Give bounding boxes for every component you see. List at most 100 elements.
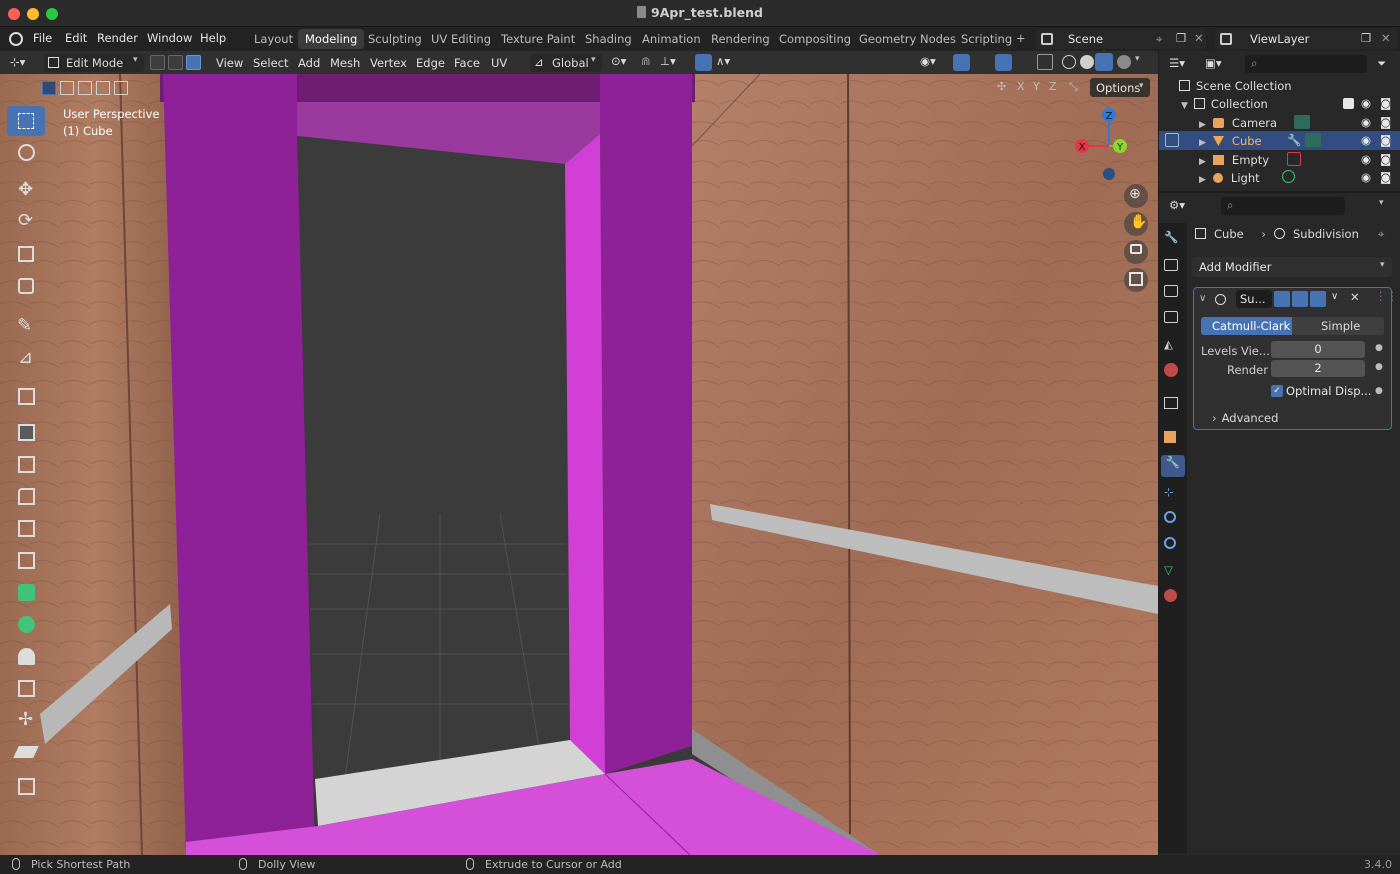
blender-logo-icon[interactable]	[9, 32, 23, 46]
tab-sculpting[interactable]: Sculpting	[361, 29, 429, 49]
transform-tool[interactable]	[7, 272, 45, 302]
solid-shading-icon[interactable]	[1080, 55, 1094, 69]
view-layer-selector[interactable]: ViewLayer ❐ ✕	[1215, 29, 1398, 49]
outliner-item-light[interactable]: ▶ Light ◉ ◙	[1199, 170, 1396, 185]
world-tab-icon[interactable]	[1164, 363, 1178, 377]
3d-viewport[interactable]: User Perspective (1) Cube ✣ X Y Z ⤡ Opti…	[0, 74, 1158, 855]
tab-uv-editing[interactable]: UV Editing	[424, 29, 498, 49]
mesh-data-icon[interactable]	[1305, 133, 1321, 147]
camera-data-icon[interactable]	[1294, 115, 1310, 129]
poly-build-tool[interactable]	[7, 578, 45, 608]
chevron-down-icon[interactable]: ▾	[1135, 54, 1140, 64]
levels-viewport-field[interactable]: 0	[1271, 341, 1365, 358]
edge-select-icon[interactable]	[168, 55, 183, 70]
chevron-down-icon[interactable]: ▾	[1379, 198, 1384, 208]
scale-tool[interactable]	[7, 240, 45, 270]
tab-compositing[interactable]: Compositing	[772, 29, 858, 49]
menu-mesh[interactable]: Mesh	[330, 54, 360, 72]
vertex-select-icon[interactable]	[150, 55, 165, 70]
view-layer-tab-icon[interactable]	[1164, 311, 1178, 323]
eye-icon[interactable]: ◉	[1361, 115, 1371, 129]
camera-render-icon[interactable]: ◙	[1380, 152, 1391, 166]
outliner-scene-collection[interactable]: Scene Collection	[1179, 79, 1292, 93]
loop-cut-tool[interactable]	[7, 514, 45, 544]
inset-tool[interactable]	[7, 450, 45, 480]
select-extend-icon[interactable]	[60, 81, 74, 95]
physics-tab-icon[interactable]	[1164, 511, 1176, 523]
add-modifier-dropdown[interactable]: Add Modifier ▾	[1192, 257, 1392, 277]
shear-tool[interactable]	[7, 738, 45, 768]
measure-tool[interactable]: ⊿	[7, 344, 45, 374]
tab-rendering[interactable]: Rendering	[704, 29, 777, 49]
menu-window[interactable]: Window	[147, 31, 192, 45]
new-view-layer-icon[interactable]: ❐	[1361, 31, 1371, 45]
empty-data-icon[interactable]	[1287, 152, 1301, 166]
extrude-tool[interactable]	[7, 418, 45, 448]
scene-tab-icon[interactable]: ◭	[1164, 337, 1182, 355]
menu-render[interactable]: Render	[97, 31, 138, 45]
render-tab-icon[interactable]	[1164, 259, 1178, 271]
camera-render-icon[interactable]: ◙	[1380, 115, 1391, 129]
tab-layout[interactable]: Layout	[247, 29, 300, 49]
outliner-item-camera[interactable]: ▶ Camera ◉ ◙	[1199, 115, 1396, 130]
snap-target-icon[interactable]: ⊥▾	[660, 54, 676, 68]
zoom-view-button[interactable]: ⊕	[1124, 184, 1148, 208]
gizmo-toggle-icon[interactable]	[953, 54, 970, 71]
material-shading-icon[interactable]	[1095, 53, 1113, 71]
mode-selector[interactable]: Edit Mode ▾	[44, 54, 144, 72]
falloff-icon[interactable]: ∧▾	[716, 54, 730, 68]
outliner-item-empty[interactable]: ▶ Empty ◉ ◙	[1199, 152, 1396, 167]
mirror-y-toggle[interactable]: Y	[1033, 80, 1040, 93]
menu-face[interactable]: Face	[454, 54, 480, 72]
menu-help[interactable]: Help	[200, 31, 226, 45]
move-tool[interactable]: ✥	[7, 176, 45, 206]
eye-icon[interactable]: ◉	[1361, 133, 1371, 147]
navigation-gizmo[interactable]: Z X Y	[1075, 106, 1145, 186]
outliner-search[interactable]: ⌕	[1245, 55, 1367, 73]
output-tab-icon[interactable]	[1164, 285, 1178, 297]
expand-icon[interactable]: ▶	[1199, 157, 1206, 167]
snapping-icon[interactable]: ✣	[997, 80, 1006, 93]
smooth-tool[interactable]	[7, 642, 45, 672]
tab-texture-paint[interactable]: Texture Paint	[494, 29, 582, 49]
tab-scripting[interactable]: Scripting	[954, 29, 1019, 49]
menu-uv[interactable]: UV	[491, 54, 507, 72]
tab-simple[interactable]: Simple	[1292, 317, 1384, 335]
add-workspace-icon[interactable]: +	[1016, 31, 1026, 45]
delete-view-layer-icon[interactable]: ✕	[1381, 31, 1391, 45]
menu-select[interactable]: Select	[253, 54, 288, 72]
outliner-editor-icon[interactable]: ☰▾	[1169, 56, 1185, 70]
scene-selector[interactable]: Scene ⌖ ❐ ✕	[1036, 29, 1206, 49]
render-toggle-icon[interactable]	[1310, 291, 1326, 307]
keyframe-dot-icon[interactable]: ●	[1375, 386, 1383, 396]
camera-render-icon[interactable]: ◙	[1380, 133, 1391, 147]
expand-icon[interactable]: ▶	[1199, 138, 1206, 148]
uv-toggle-icon[interactable]: ⤡	[1069, 80, 1078, 94]
eye-icon[interactable]: ◉	[1361, 152, 1371, 166]
edit-mode-toggle-icon[interactable]	[1274, 291, 1290, 307]
overlays-toggle-icon[interactable]	[995, 54, 1012, 71]
eye-icon[interactable]: ◉	[1361, 170, 1371, 184]
wireframe-shading-icon[interactable]	[1062, 55, 1076, 69]
properties-search[interactable]: ⌕	[1221, 197, 1345, 215]
bevel-tool[interactable]	[7, 482, 45, 512]
editor-type-icon[interactable]: ⊹▾	[10, 55, 34, 70]
collection-checkbox[interactable]	[1343, 98, 1354, 109]
camera-render-icon[interactable]: ◙	[1380, 170, 1391, 184]
expand-icon[interactable]: ▶	[1199, 175, 1206, 185]
modifier-menu-icon[interactable]: ∨	[1331, 291, 1338, 302]
object-tab-icon[interactable]	[1164, 431, 1176, 443]
pivot-point-icon[interactable]: ⊙▾	[611, 54, 626, 68]
outliner-collection[interactable]: ▼ Collection ◉ ◙	[1181, 96, 1396, 111]
transform-orientation-selector[interactable]: ⊿ Global ▾	[530, 54, 602, 72]
pan-view-button[interactable]: ✋	[1124, 212, 1148, 236]
drag-handle-icon[interactable]: ⋮⋮	[1375, 289, 1398, 303]
menu-view[interactable]: View	[216, 54, 243, 72]
add-cube-tool[interactable]	[7, 382, 45, 412]
mirror-z-toggle[interactable]: Z	[1049, 80, 1057, 93]
filter-icon[interactable]: ⏷	[1377, 56, 1386, 71]
menu-vertex[interactable]: Vertex	[370, 54, 407, 72]
new-scene-icon[interactable]: ❐	[1176, 31, 1186, 45]
select-intersect-icon[interactable]	[114, 81, 128, 95]
edit-mode-indicator-icon[interactable]	[1165, 133, 1179, 147]
